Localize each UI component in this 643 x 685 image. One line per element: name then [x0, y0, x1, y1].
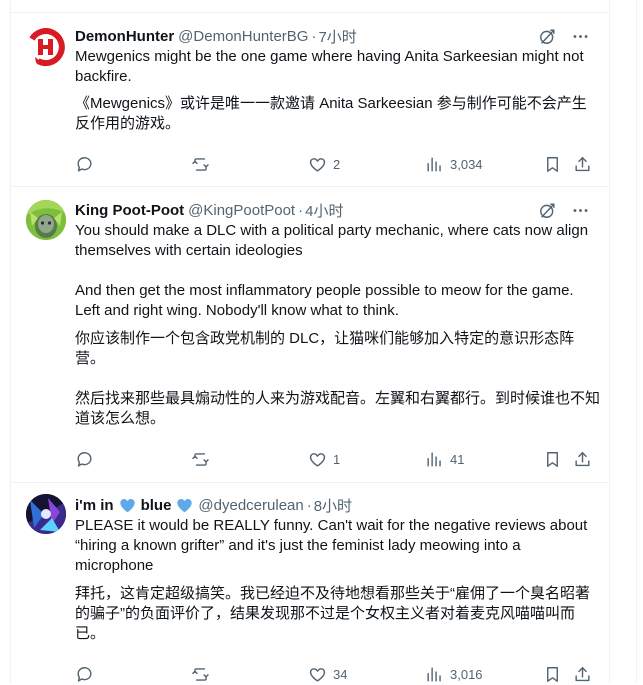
grok-icon[interactable]	[538, 201, 557, 220]
more-icon[interactable]	[571, 27, 590, 46]
more-icon[interactable]	[571, 201, 590, 220]
share-icon	[573, 665, 592, 684]
repost-button[interactable]	[191, 450, 216, 469]
bookmark-button[interactable]	[543, 665, 562, 684]
user-handle[interactable]: @dyedcerulean	[198, 497, 303, 514]
like-button[interactable]: 34	[308, 665, 347, 684]
user-handle[interactable]: @DemonHunterBG	[178, 28, 308, 45]
display-name[interactable]: DemonHunter	[75, 28, 174, 45]
view-count: 41	[450, 452, 465, 467]
views-button[interactable]: 41	[425, 450, 464, 469]
blue-heart-icon	[119, 498, 135, 512]
display-name[interactable]: i'm in	[75, 497, 114, 514]
share-icon	[573, 450, 592, 469]
reply-button[interactable]	[75, 155, 100, 174]
avatar[interactable]	[26, 200, 66, 240]
tweet-text-zh: 拜托，这肯定超级搞笑。我已经迫不及待地想看那些关于“雇佣了一个臭名昭著的骗子”的…	[75, 585, 590, 642]
like-icon	[308, 450, 327, 469]
share-button[interactable]	[573, 155, 592, 174]
view-count: 3,034	[450, 157, 483, 172]
reply-button[interactable]	[75, 665, 100, 684]
views-icon	[425, 665, 444, 684]
like-count: 34	[333, 667, 348, 682]
repost-button[interactable]	[191, 155, 216, 174]
grok-icon[interactable]	[538, 27, 557, 46]
tweet[interactable]: DemonHunter @DemonHunterBG · 7小时 Mewgeni…	[10, 13, 608, 187]
like-button[interactable]: 2	[308, 155, 340, 174]
avatar[interactable]	[26, 27, 66, 67]
like-count: 2	[333, 157, 341, 172]
like-count: 1	[333, 452, 341, 467]
bookmark-icon	[543, 665, 562, 684]
repost-icon	[191, 450, 210, 469]
display-name[interactable]: King Poot-Poot	[75, 202, 184, 219]
like-icon	[308, 665, 327, 684]
tweet-text-en: PLEASE it would be REALLY funny. Can't w…	[75, 517, 592, 574]
reply-icon	[75, 155, 94, 174]
share-button[interactable]	[573, 665, 592, 684]
bookmark-button[interactable]	[543, 155, 562, 174]
repost-icon	[191, 665, 210, 684]
avatar[interactable]	[26, 494, 66, 534]
timestamp[interactable]: 7小时	[318, 26, 356, 47]
repost-button[interactable]	[191, 665, 216, 684]
bookmark-button[interactable]	[543, 450, 562, 469]
timestamp[interactable]: 8小时	[314, 495, 352, 516]
share-button[interactable]	[573, 450, 592, 469]
views-icon	[425, 155, 444, 174]
separator: ·	[311, 27, 317, 45]
user-handle[interactable]: @KingPootPoot	[188, 202, 295, 219]
separator: ·	[298, 201, 304, 219]
tweet-text-zh: 《Mewgenics》或许是唯一一款邀请 Anita Sarkeesian 参与…	[75, 95, 587, 132]
display-name-part2[interactable]: blue	[141, 497, 172, 514]
views-button[interactable]: 3,034	[425, 155, 483, 174]
blue-heart-icon	[177, 498, 193, 512]
repost-icon	[191, 155, 210, 174]
timestamp[interactable]: 4小时	[305, 200, 343, 221]
views-icon	[425, 450, 444, 469]
separator: ·	[306, 496, 312, 514]
like-icon	[308, 155, 327, 174]
bookmark-icon	[543, 450, 562, 469]
sidebar-edge	[636, 0, 643, 683]
tweet-text-en: Mewgenics might be the one game where ha…	[75, 48, 588, 85]
tweet[interactable]: King Poot-Poot @KingPootPoot · 4小时 You s…	[10, 187, 608, 483]
tweet[interactable]: i'm in blue @dyedcerulean · 8小时 PLEASE i…	[10, 483, 608, 683]
reply-button[interactable]	[75, 450, 100, 469]
tweet-text-zh: 你应该制作一个包含政党机制的 DLC，让猫咪们能够加入特定的意识形态阵营。 然后…	[75, 330, 601, 427]
reply-icon	[75, 665, 94, 684]
bookmark-icon	[543, 155, 562, 174]
tweet-text-en: You should make a DLC with a political p…	[75, 222, 589, 319]
view-count: 3,016	[450, 667, 483, 682]
share-icon	[573, 155, 592, 174]
reply-icon	[75, 450, 94, 469]
views-button[interactable]: 3,016	[425, 665, 483, 684]
like-button[interactable]: 1	[308, 450, 340, 469]
